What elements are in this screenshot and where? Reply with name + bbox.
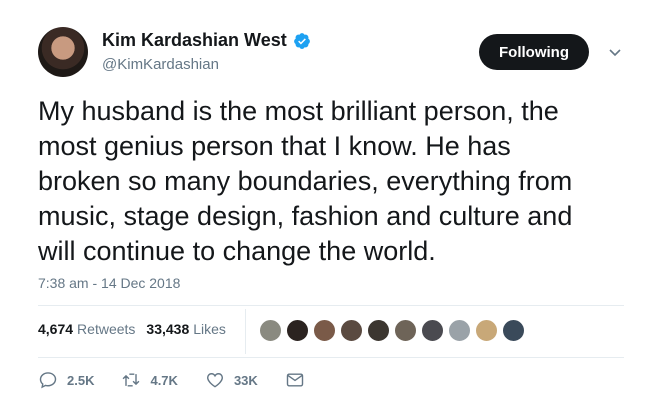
retweet-count: 4.7K [150, 372, 178, 388]
following-button[interactable]: Following [479, 34, 589, 70]
liker-avatar-2[interactable] [286, 319, 309, 342]
direct-message-icon [286, 373, 304, 387]
liker-avatar-3[interactable] [313, 319, 336, 342]
like-button[interactable]: 33K [205, 370, 258, 390]
tweet-text: My husband is the most brilliant person,… [38, 96, 573, 266]
liker-avatar-5[interactable] [367, 319, 390, 342]
author-name-row: Kim Kardashian West [102, 30, 311, 51]
likes-count[interactable]: 33,438 [146, 321, 189, 337]
tweet-actions: 2.5K 4.7K 33K [38, 370, 341, 390]
liker-avatar-10[interactable] [502, 319, 525, 342]
divider-top [38, 305, 624, 306]
liker-avatar-7[interactable] [421, 319, 444, 342]
author-display-name[interactable]: Kim Kardashian West [102, 30, 287, 51]
retweet-icon [123, 373, 140, 387]
retweets-label[interactable]: Retweets [77, 321, 135, 337]
likes-label[interactable]: Likes [193, 321, 226, 337]
chevron-down-icon[interactable] [607, 44, 623, 60]
like-heart-icon [206, 373, 223, 388]
engagement-stats: 4,674 Retweets 33,438 Likes [38, 321, 237, 337]
liker-avatar-8[interactable] [448, 319, 471, 342]
author-avatar[interactable] [38, 27, 88, 77]
liker-avatar-6[interactable] [394, 319, 417, 342]
direct-message-button[interactable] [285, 370, 314, 390]
reply-icon [39, 372, 57, 389]
liker-avatar-9[interactable] [475, 319, 498, 342]
liker-avatars [259, 319, 529, 342]
liker-avatar-4[interactable] [340, 319, 363, 342]
tweet-timestamp[interactable]: 7:38 am - 14 Dec 2018 [38, 275, 180, 291]
like-count: 33K [233, 372, 258, 388]
author-handle[interactable]: @KimKardashian [102, 56, 219, 73]
reply-button[interactable]: 2.5K [38, 370, 94, 390]
liker-avatar-1[interactable] [259, 319, 282, 342]
divider-bottom [38, 357, 624, 358]
stats-separator [245, 309, 246, 354]
retweets-count[interactable]: 4,674 [38, 321, 73, 337]
reply-count: 2.5K [67, 372, 95, 388]
verified-badge-icon [293, 32, 311, 50]
retweet-button[interactable]: 4.7K [121, 370, 178, 390]
